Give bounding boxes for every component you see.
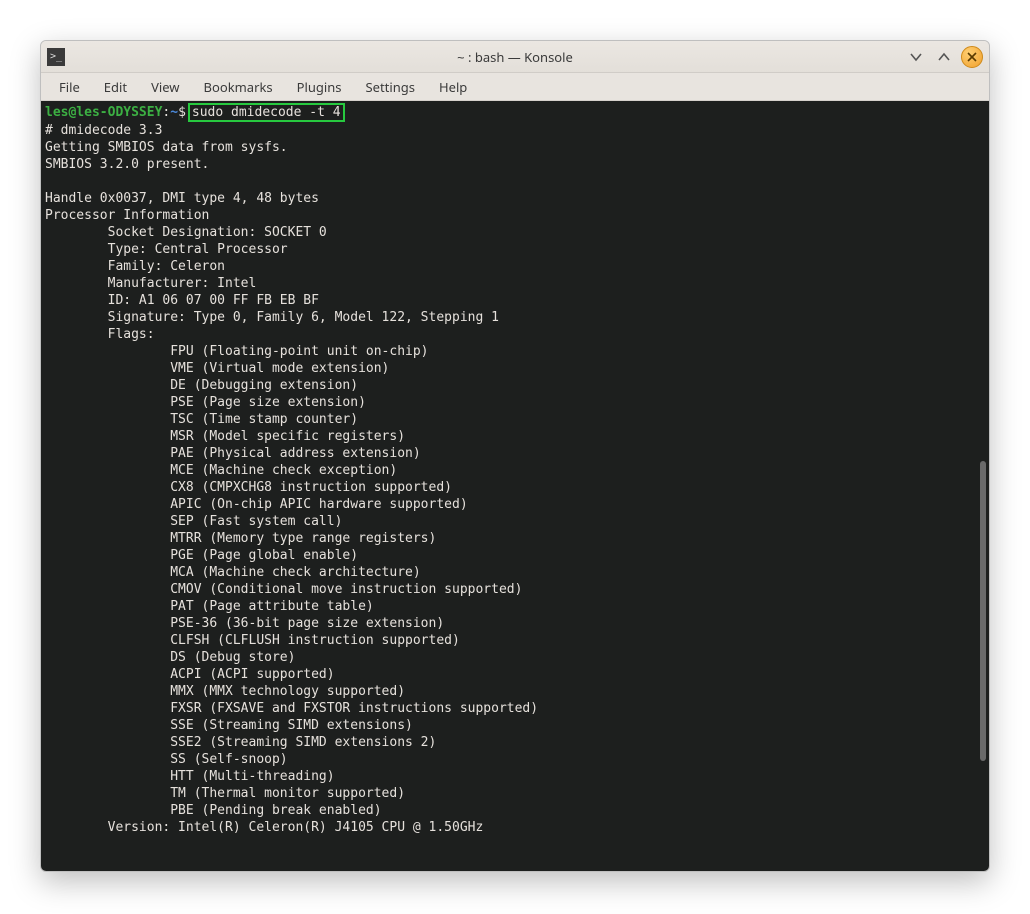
close-icon bbox=[966, 51, 978, 63]
window-title: ~ : bash — Konsole bbox=[41, 48, 989, 66]
prompt-userhost: les@les-ODYSSEY bbox=[45, 105, 162, 120]
terminal-content[interactable]: les@les-ODYSSEY:~$sudo dmidecode -t 4 # … bbox=[41, 101, 989, 838]
konsole-window: >_ ~ : bash — Konsole File bbox=[40, 40, 990, 872]
app-icon: >_ bbox=[47, 48, 65, 66]
prompt-sigil: $ bbox=[178, 105, 186, 120]
titlebar[interactable]: >_ ~ : bash — Konsole bbox=[41, 41, 989, 73]
command-highlight: sudo dmidecode -t 4 bbox=[188, 103, 345, 122]
menu-help[interactable]: Help bbox=[429, 75, 477, 99]
menu-file[interactable]: File bbox=[49, 75, 90, 99]
maximize-button[interactable] bbox=[933, 46, 955, 68]
scrollbar-thumb[interactable] bbox=[980, 461, 986, 761]
chevron-up-icon bbox=[937, 50, 951, 64]
menu-edit[interactable]: Edit bbox=[94, 75, 137, 99]
menu-settings[interactable]: Settings bbox=[356, 75, 425, 99]
menu-plugins[interactable]: Plugins bbox=[287, 75, 352, 99]
window-controls bbox=[905, 46, 983, 68]
terminal-viewport[interactable]: les@les-ODYSSEY:~$sudo dmidecode -t 4 # … bbox=[41, 101, 989, 871]
prompt-cwd: ~ bbox=[170, 105, 178, 120]
menu-view[interactable]: View bbox=[141, 75, 189, 99]
close-button[interactable] bbox=[961, 46, 983, 68]
minimize-button[interactable] bbox=[905, 46, 927, 68]
app-icon-glyph: >_ bbox=[50, 51, 62, 62]
menubar: File Edit View Bookmarks Plugins Setting… bbox=[41, 73, 989, 101]
menu-bookmarks[interactable]: Bookmarks bbox=[194, 75, 283, 99]
chevron-down-icon bbox=[909, 50, 923, 64]
